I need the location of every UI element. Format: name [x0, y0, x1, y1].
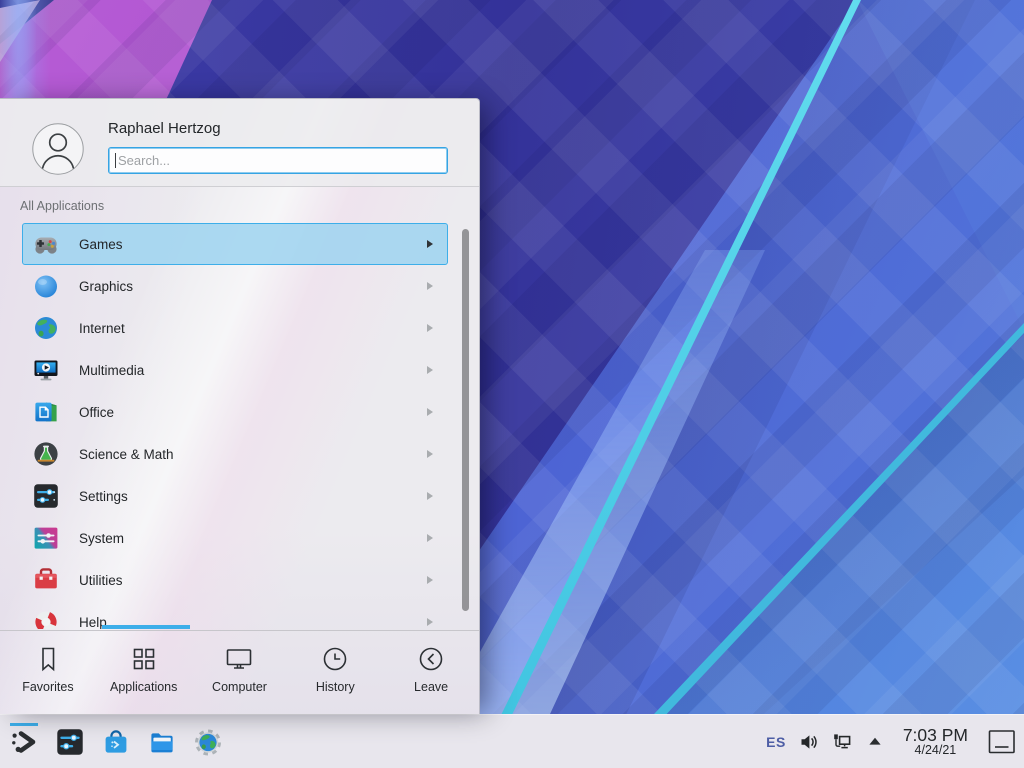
submenu-arrow-icon: [427, 618, 433, 626]
expand-tray-caret-icon[interactable]: [865, 732, 885, 752]
category-list: Games Graphics: [0, 223, 460, 629]
taskbar: ES 7:03 PM 4/: [0, 714, 1024, 768]
submenu-arrow-icon: [427, 450, 433, 458]
category-games[interactable]: Games: [22, 223, 448, 265]
submenu-arrow-icon: [427, 282, 433, 290]
system-settings-button[interactable]: [56, 728, 84, 756]
section-label: All Applications: [20, 199, 104, 213]
category-graphics[interactable]: Graphics: [22, 265, 448, 307]
active-tab-indicator: [102, 625, 190, 629]
show-desktop-button[interactable]: [988, 729, 1016, 755]
web-browser-button[interactable]: [194, 728, 222, 756]
keyboard-layout-indicator[interactable]: ES: [766, 734, 786, 750]
submenu-arrow-icon: [427, 576, 433, 584]
submenu-arrow-icon: [427, 324, 433, 332]
settings-icon: [33, 483, 59, 509]
sliders-icon: [56, 728, 84, 756]
desktop: ES 7:03 PM 4/: [0, 0, 1024, 768]
category-internet[interactable]: Internet: [22, 307, 448, 349]
games-icon: [33, 231, 59, 257]
bag-icon: [102, 728, 130, 756]
user-icon: [32, 123, 84, 175]
category-utilities[interactable]: Utilities: [22, 559, 448, 601]
tab-history[interactable]: History: [287, 631, 383, 714]
category-system[interactable]: System: [22, 517, 448, 559]
internet-icon: [33, 315, 59, 341]
user-name: Raphael Hertzog: [108, 120, 221, 137]
kickoff-icon: [10, 728, 38, 756]
system-tray: ES: [766, 732, 885, 752]
category-office[interactable]: Office: [22, 391, 448, 433]
globe-gear-icon: [194, 728, 222, 756]
office-icon: [33, 399, 59, 425]
help-icon: [33, 609, 59, 629]
clock-time: 7:03 PM: [903, 726, 968, 744]
multimedia-icon: [33, 357, 59, 383]
system-icon: [33, 525, 59, 551]
folder-icon: [148, 728, 176, 756]
tab-favorites[interactable]: Favorites: [0, 631, 96, 714]
submenu-arrow-icon: [427, 240, 433, 248]
search-input[interactable]: [108, 147, 448, 174]
show-desktop-icon: [988, 729, 1016, 755]
category-multimedia[interactable]: Multimedia: [22, 349, 448, 391]
digital-clock[interactable]: 7:03 PM 4/24/21: [903, 726, 968, 758]
application-launcher-button[interactable]: [10, 728, 38, 756]
tab-applications[interactable]: Applications: [96, 631, 192, 714]
utilities-icon: [33, 567, 59, 593]
volume-icon[interactable]: [799, 732, 819, 752]
application-launcher-popup: Raphael Hertzog All Applications: [0, 98, 480, 714]
launcher-tab-bar: Favorites Applications C: [0, 631, 479, 714]
bookmark-icon: [33, 644, 63, 674]
clock-icon: [320, 644, 350, 674]
monitor-icon: [224, 644, 254, 674]
taskbar-launchers: [10, 728, 222, 756]
category-settings[interactable]: Settings: [22, 475, 448, 517]
text-cursor: [115, 153, 116, 168]
category-science-math[interactable]: Science & Math: [22, 433, 448, 475]
header-divider: [0, 186, 479, 187]
user-avatar[interactable]: [32, 123, 84, 175]
discover-button[interactable]: [102, 728, 130, 756]
network-icon[interactable]: [832, 732, 852, 752]
search-field-wrap: [108, 147, 448, 174]
science-icon: [33, 441, 59, 467]
category-help[interactable]: Help: [22, 601, 448, 629]
submenu-arrow-icon: [427, 408, 433, 416]
file-manager-button[interactable]: [148, 728, 176, 756]
tab-leave[interactable]: Leave: [383, 631, 479, 714]
tab-computer[interactable]: Computer: [192, 631, 288, 714]
leave-icon: [416, 644, 446, 674]
active-task-indicator: [10, 723, 38, 726]
clock-date: 4/24/21: [903, 744, 968, 757]
submenu-arrow-icon: [427, 492, 433, 500]
grid-icon: [129, 644, 159, 674]
graphics-icon: [33, 273, 59, 299]
list-scrollbar[interactable]: [462, 229, 469, 611]
submenu-arrow-icon: [427, 366, 433, 374]
submenu-arrow-icon: [427, 534, 433, 542]
